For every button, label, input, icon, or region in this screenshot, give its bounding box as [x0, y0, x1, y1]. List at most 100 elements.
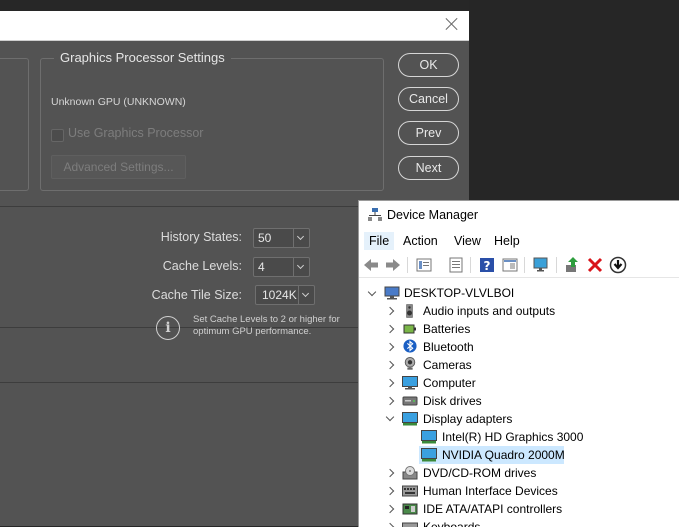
tree-item-label: NVIDIA Quadro 2000M: [442, 448, 565, 462]
tree-item-label: Batteries: [423, 322, 471, 336]
display-adapter-icon: [421, 448, 437, 462]
cache-levels-select[interactable]: 4: [253, 257, 310, 277]
tree-item-label: Intel(R) HD Graphics 3000: [442, 430, 584, 444]
forward-arrow-icon[interactable]: [384, 256, 402, 274]
tree-item-display-adapters[interactable]: Display adapters: [359, 410, 679, 428]
tree-item-bluetooth[interactable]: Bluetooth: [359, 338, 679, 356]
monitor-icon: [402, 376, 418, 390]
chevron-right-icon[interactable]: [385, 522, 395, 527]
chevron-right-icon[interactable]: [385, 396, 395, 406]
update-driver-icon[interactable]: [564, 256, 582, 274]
tree-item-dvd-drives[interactable]: DVD/CD-ROM drives: [359, 464, 679, 482]
info-icon: i: [156, 316, 180, 340]
menu-view[interactable]: View: [449, 232, 486, 250]
chevron-right-icon[interactable]: [385, 324, 395, 334]
ide-icon: [402, 503, 418, 515]
device-manager-icon: [368, 208, 382, 221]
advanced-settings-button[interactable]: Advanced Settings...: [51, 155, 186, 179]
list-view-icon[interactable]: [447, 256, 465, 274]
next-button[interactable]: Next: [398, 156, 459, 180]
panel-icon[interactable]: [501, 256, 519, 274]
uninstall-icon[interactable]: [586, 256, 604, 274]
chevron-right-icon[interactable]: [385, 342, 395, 352]
window-title: Device Manager: [387, 208, 479, 222]
cache-tile-size-label: Cache Tile Size:: [151, 288, 242, 302]
chevron-right-icon[interactable]: [385, 306, 395, 316]
tree-item-audio[interactable]: Audio inputs and outputs: [359, 302, 679, 320]
menu-help[interactable]: Help: [489, 232, 525, 250]
ok-button[interactable]: OK: [398, 53, 459, 77]
display-adapter-icon: [421, 430, 437, 444]
cache-tile-size-select[interactable]: 1024K: [255, 285, 315, 305]
history-states-label: History States:: [160, 230, 242, 244]
chevron-right-icon[interactable]: [385, 360, 395, 370]
prev-button[interactable]: Prev: [398, 121, 459, 145]
chevron-down-icon[interactable]: [293, 258, 309, 276]
tree-item-batteries[interactable]: Batteries: [359, 320, 679, 338]
use-gpu-label: Use Graphics Processor: [68, 126, 204, 140]
tree-item-intel-hd-graphics[interactable]: Intel(R) HD Graphics 3000: [359, 428, 679, 446]
gpu-settings-group: Graphics Processor Settings Unknown GPU …: [40, 50, 384, 191]
cache-levels-value: 4: [258, 260, 265, 274]
bluetooth-icon: [403, 339, 417, 353]
toolbar: ?: [359, 253, 679, 278]
svg-text:?: ?: [484, 259, 491, 273]
tree-item-ide-controllers[interactable]: IDE ATA/ATAPI controllers: [359, 500, 679, 518]
tree-item-disk-drives[interactable]: Disk drives: [359, 392, 679, 410]
chevron-right-icon[interactable]: [385, 504, 395, 514]
chevron-right-icon[interactable]: [385, 486, 395, 496]
chevron-down-icon[interactable]: [367, 287, 377, 297]
back-arrow-icon[interactable]: [362, 256, 380, 274]
tree-root[interactable]: DESKTOP-VLVLBOI: [359, 284, 679, 302]
tree-item-nvidia-quadro[interactable]: NVIDIA Quadro 2000M: [359, 446, 679, 464]
tree-item-label: Disk drives: [423, 394, 482, 408]
device-manager-titlebar: Device Manager: [359, 201, 679, 229]
hid-icon: [402, 485, 418, 497]
tree-item-label: DVD/CD-ROM drives: [423, 466, 537, 480]
chevron-down-icon[interactable]: [385, 412, 395, 422]
device-tree: DESKTOP-VLVLBOI Audio inputs and outputs…: [359, 281, 679, 527]
chevron-right-icon[interactable]: [385, 468, 395, 478]
tree-item-label: Computer: [423, 376, 476, 390]
help-icon[interactable]: ?: [478, 256, 496, 274]
close-icon[interactable]: [444, 16, 460, 32]
history-states-value: 50: [258, 231, 272, 245]
chevron-right-icon[interactable]: [385, 378, 395, 388]
gpu-info-text: Set Cache Levels to 2 or higher for opti…: [193, 314, 340, 337]
menu-action[interactable]: Action: [398, 232, 443, 250]
tree-item-label: Display adapters: [423, 412, 513, 426]
menu-bar: File Action View Help: [359, 230, 679, 252]
tree-item-label: Bluetooth: [423, 340, 474, 354]
download-icon[interactable]: [609, 256, 627, 274]
computer-icon: [384, 286, 400, 300]
scan-hardware-icon[interactable]: [532, 256, 550, 274]
chevron-down-icon[interactable]: [298, 286, 314, 304]
battery-icon: [403, 324, 416, 334]
menu-file[interactable]: File: [364, 232, 395, 250]
cache-tile-size-value: 1024K: [262, 288, 297, 302]
tree-item-cameras[interactable]: Cameras: [359, 356, 679, 374]
gpu-name: Unknown GPU (UNKNOWN): [51, 96, 186, 108]
tree-root-label: DESKTOP-VLVLBOI: [404, 286, 515, 300]
dvd-icon: [402, 466, 418, 480]
dialog-titlebar: [0, 11, 469, 41]
gpu-group-title: Graphics Processor Settings: [54, 50, 231, 65]
use-gpu-checkbox[interactable]: [51, 129, 64, 142]
left-group-box: [0, 58, 29, 191]
cancel-button[interactable]: Cancel: [398, 87, 459, 111]
history-states-select[interactable]: 50: [253, 228, 310, 248]
tree-item-label: Cameras: [423, 358, 472, 372]
chevron-down-icon[interactable]: [293, 229, 309, 247]
speaker-icon: [406, 304, 413, 318]
camera-icon: [404, 357, 416, 370]
tree-item-label: Audio inputs and outputs: [423, 304, 556, 318]
tree-item-label: IDE ATA/ATAPI controllers: [423, 502, 563, 516]
disk-icon: [402, 396, 418, 406]
properties-icon[interactable]: [415, 256, 433, 274]
device-manager-window: Device Manager File Action View Help ? D…: [358, 200, 679, 527]
display-adapter-icon: [402, 412, 418, 426]
tree-item-computer[interactable]: Computer: [359, 374, 679, 392]
tree-item-hid[interactable]: Human Interface Devices: [359, 482, 679, 500]
cache-levels-label: Cache Levels:: [162, 259, 242, 273]
tree-item-label: Human Interface Devices: [423, 484, 558, 498]
